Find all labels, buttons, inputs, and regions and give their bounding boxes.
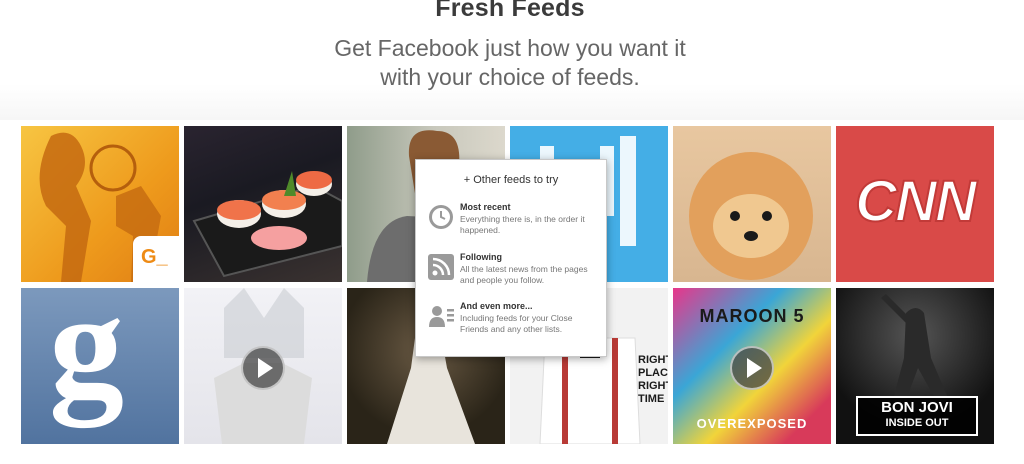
- tile-sushi[interactable]: [184, 126, 342, 282]
- contact-list-icon: [429, 306, 454, 327]
- page-subtitle: Get Facebook just how you want it with y…: [0, 34, 1020, 92]
- tile-games[interactable]: G_: [21, 126, 179, 282]
- header: Fresh Feeds Get Facebook just how you wa…: [0, 0, 1024, 120]
- page-title: Fresh Feeds: [435, 0, 585, 22]
- rss-icon: [428, 254, 454, 280]
- subtitle-line-2: with your choice of feeds.: [380, 64, 640, 90]
- tile-cnn[interactable]: CNN: [836, 126, 994, 282]
- bon-jovi-plaque: BON JOVI INSIDE OUT: [856, 396, 978, 436]
- maroon5-title: MAROON 5: [699, 306, 805, 326]
- popup-heading[interactable]: + Other feeds to try: [416, 174, 606, 186]
- feed-option-title: Most recent: [460, 202, 511, 212]
- tile-maroon5[interactable]: MAROON 5 OVEREXPOSED: [673, 288, 831, 444]
- album-cover-text: RIGHT PLACE RIGHT TIME: [638, 354, 668, 405]
- cnn-logo: CNN: [854, 168, 978, 235]
- tile-guardian[interactable]: g: [21, 288, 179, 444]
- feed-option-title: And even more...: [460, 301, 533, 311]
- other-feeds-popup: + Other feeds to try Most recent Everyth…: [415, 159, 607, 357]
- clock-icon: [429, 205, 453, 229]
- feed-option-description: Including feeds for your Close Friends a…: [460, 313, 573, 334]
- play-icon[interactable]: [730, 346, 774, 390]
- games-badge: G_: [133, 236, 179, 282]
- subtitle-line-1: Get Facebook just how you want it: [334, 35, 686, 61]
- tile-video-shirt[interactable]: [184, 288, 342, 444]
- tile-puppy[interactable]: [673, 126, 831, 282]
- tile-bon-jovi[interactable]: BON JOVI INSIDE OUT: [836, 288, 994, 444]
- feed-option-title: Following: [460, 252, 502, 262]
- games-badge-label: G_: [141, 246, 168, 268]
- feed-option-description: Everything there is, in the order it hap…: [460, 214, 585, 235]
- feed-option-description: All the latest news from the pages and p…: [460, 264, 588, 285]
- play-icon[interactable]: [241, 346, 285, 390]
- bon-jovi-subtitle: INSIDE OUT: [885, 417, 949, 429]
- overexposed-title: OVEREXPOSED: [696, 416, 808, 431]
- puppy-photo: [689, 152, 813, 280]
- guardian-logo: g: [49, 288, 124, 428]
- bon-jovi-title: BON JOVI: [881, 399, 953, 416]
- sushi-photo: [192, 171, 342, 278]
